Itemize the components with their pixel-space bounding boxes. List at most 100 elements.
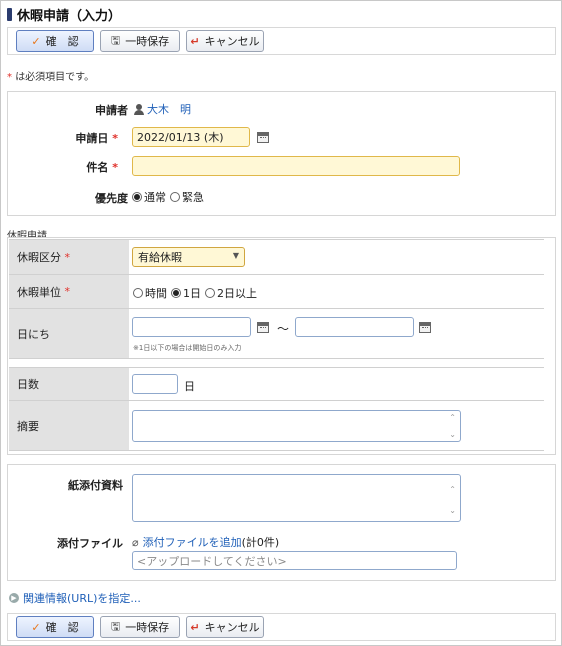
- applicant-name: 大木 明: [147, 103, 191, 116]
- unit-hour-radio[interactable]: 時間: [133, 285, 167, 301]
- subject-required-star: *: [112, 161, 118, 174]
- related-url-link[interactable]: 関連情報(URL)を指定...: [23, 590, 141, 606]
- required-note-text: は必須項目です。: [15, 72, 95, 83]
- subject-label: 件名: [86, 161, 109, 174]
- add-file-link[interactable]: 添付ファイルを追加: [143, 534, 242, 550]
- priority-normal-label: 通常: [144, 191, 166, 204]
- scroll-up-icon: ⌃: [449, 485, 456, 494]
- floppy-icon: 🖫: [110, 33, 121, 47]
- priority-normal-radio[interactable]: 通常: [132, 189, 166, 205]
- cancel-button-bottom[interactable]: ↵ キャンセル: [186, 616, 264, 638]
- priority-label: 優先度: [95, 192, 128, 205]
- leave-type-required-star: *: [64, 250, 71, 264]
- paperclip-icon: ⌀: [132, 535, 139, 549]
- unit-day-radio[interactable]: 1日: [171, 285, 201, 301]
- radio-empty-icon: [170, 192, 180, 202]
- leave-type-value: 有給休暇: [138, 251, 182, 264]
- related-info-row: ▶ 関連情報(URL)を指定...: [9, 590, 141, 606]
- radio-selected-icon: [132, 192, 142, 202]
- user-icon: [134, 103, 144, 115]
- return-arrow-icon: ↵: [190, 620, 200, 634]
- leave-days-row: 日数 日: [9, 367, 544, 401]
- leave-grid: 休暇区分 * 有給休暇 ▼ 休暇単位 * 時間 1日 2日以上 日にち ～ ※1…: [9, 239, 544, 451]
- leave-summary-label: 摘要: [17, 419, 39, 433]
- temp-save-button[interactable]: 🖫 一時保存: [100, 30, 180, 52]
- check-icon: ✓: [31, 620, 41, 634]
- temp-save-button-bottom[interactable]: 🖫 一時保存: [100, 616, 180, 638]
- applicant-row: 大木 明: [134, 101, 191, 117]
- priority-urgent-radio[interactable]: 緊急: [170, 189, 204, 205]
- add-file-row: ⌀ 添付ファイルを追加 (計0件): [132, 534, 279, 550]
- confirm-button-label: 確 認: [45, 35, 79, 48]
- leave-unit-header: 休暇単位 *: [9, 275, 129, 308]
- end-calendar-icon[interactable]: [419, 322, 431, 333]
- expand-arrow-icon: ▶: [9, 593, 19, 603]
- check-icon: ✓: [31, 34, 41, 48]
- bottom-toolbar: ✓ 確 認 🖫 一時保存 ↵ キャンセル: [7, 613, 556, 641]
- calendar-icon[interactable]: [257, 132, 269, 143]
- leave-date-row: 日にち ～ ※1日以下の場合は開始日のみ入力: [9, 309, 544, 359]
- page-header: 休暇申請（入力）: [7, 5, 122, 24]
- date-hint: ※1日以下の場合は開始日のみ入力: [133, 344, 242, 352]
- temp-save-button-label: 一時保存: [125, 621, 170, 634]
- leave-unit-radio-group: 時間 1日 2日以上: [133, 285, 261, 301]
- leave-days-input[interactable]: [132, 374, 178, 394]
- date-required-star: *: [112, 132, 118, 145]
- cancel-button[interactable]: ↵ キャンセル: [186, 30, 264, 52]
- date-label-wrap: 申請日 *: [8, 130, 118, 146]
- priority-urgent-label: 緊急: [182, 191, 204, 204]
- temp-save-button-label: 一時保存: [125, 35, 170, 48]
- attachment-panel: 紙添付資料 ⌃ ⌄ 添付ファイル ⌀ 添付ファイルを追加 (計0件) <アップロ…: [7, 464, 556, 581]
- cancel-button-label: キャンセル: [204, 621, 260, 634]
- leave-type-header: 休暇区分 *: [9, 240, 129, 274]
- leave-unit-row: 休暇単位 * 時間 1日 2日以上: [9, 275, 544, 309]
- scroll-down-icon: ⌄: [449, 430, 456, 439]
- leave-type-label: 休暇区分: [17, 251, 61, 264]
- leave-type-row: 休暇区分 * 有給休暇 ▼: [9, 240, 544, 275]
- radio-selected-icon: [171, 288, 181, 298]
- page-title: 休暇申請（入力）: [17, 8, 122, 24]
- return-arrow-icon: ↵: [190, 34, 200, 48]
- file-attach-label: 添付ファイル: [57, 537, 123, 550]
- unit-multi-day-radio[interactable]: 2日以上: [205, 285, 257, 301]
- top-toolbar: ✓ 確 認 🖫 一時保存 ↵ キャンセル: [7, 27, 556, 55]
- date-label: 申請日: [75, 132, 109, 145]
- applicant-link[interactable]: 大木 明: [134, 101, 191, 117]
- confirm-button[interactable]: ✓ 確 認: [16, 30, 94, 52]
- leave-summary-row: 摘要 ⌃ ⌄: [9, 401, 544, 451]
- paper-attach-label: 紙添付資料: [68, 479, 123, 492]
- unit-day-label: 1日: [183, 287, 201, 300]
- leave-start-date-input[interactable]: [132, 317, 251, 337]
- leave-days-header: 日数: [9, 368, 129, 400]
- application-date-input[interactable]: 2022/01/13 (木): [132, 127, 250, 147]
- subject-label-wrap: 件名 *: [8, 159, 118, 175]
- floppy-icon: 🖫: [110, 619, 121, 633]
- window-frame: 休暇申請（入力） ✓ 確 認 🖫 一時保存 ↵ キャンセル * は必須項目です。…: [0, 0, 562, 646]
- leave-summary-header: 摘要: [9, 401, 129, 450]
- start-calendar-icon[interactable]: [257, 322, 269, 333]
- radio-empty-icon: [205, 288, 215, 298]
- leave-date-header: 日にち: [9, 309, 129, 358]
- leave-type-select[interactable]: 有給休暇 ▼: [132, 247, 245, 267]
- leave-unit-label: 休暇単位: [17, 285, 61, 299]
- date-range-separator: ～: [277, 322, 290, 336]
- subject-input[interactable]: [132, 156, 460, 176]
- applicant-label: 申請者: [95, 104, 128, 117]
- title-marker: [7, 7, 12, 21]
- leave-end-date-input[interactable]: [295, 317, 414, 337]
- leave-unit-required-star: *: [64, 285, 71, 298]
- priority-radio-group: 通常 緊急: [132, 189, 208, 205]
- required-star: *: [7, 72, 12, 83]
- unit-multi-day-label: 2日以上: [217, 287, 257, 300]
- summary-textarea[interactable]: ⌃ ⌄: [132, 410, 461, 442]
- confirm-button-bottom[interactable]: ✓ 確 認: [16, 616, 94, 638]
- file-count: (計0件): [241, 536, 280, 549]
- upload-field[interactable]: <アップロードしてください>: [132, 551, 457, 570]
- radio-empty-icon: [133, 288, 143, 298]
- confirm-button-label: 確 認: [45, 621, 79, 634]
- leave-days-label: 日数: [17, 378, 39, 391]
- unit-hour-label: 時間: [145, 287, 167, 300]
- leave-date-label: 日にち: [17, 327, 50, 341]
- dropdown-arrow-icon: ▼: [232, 251, 239, 260]
- paper-attach-textarea[interactable]: ⌃ ⌄: [132, 474, 461, 522]
